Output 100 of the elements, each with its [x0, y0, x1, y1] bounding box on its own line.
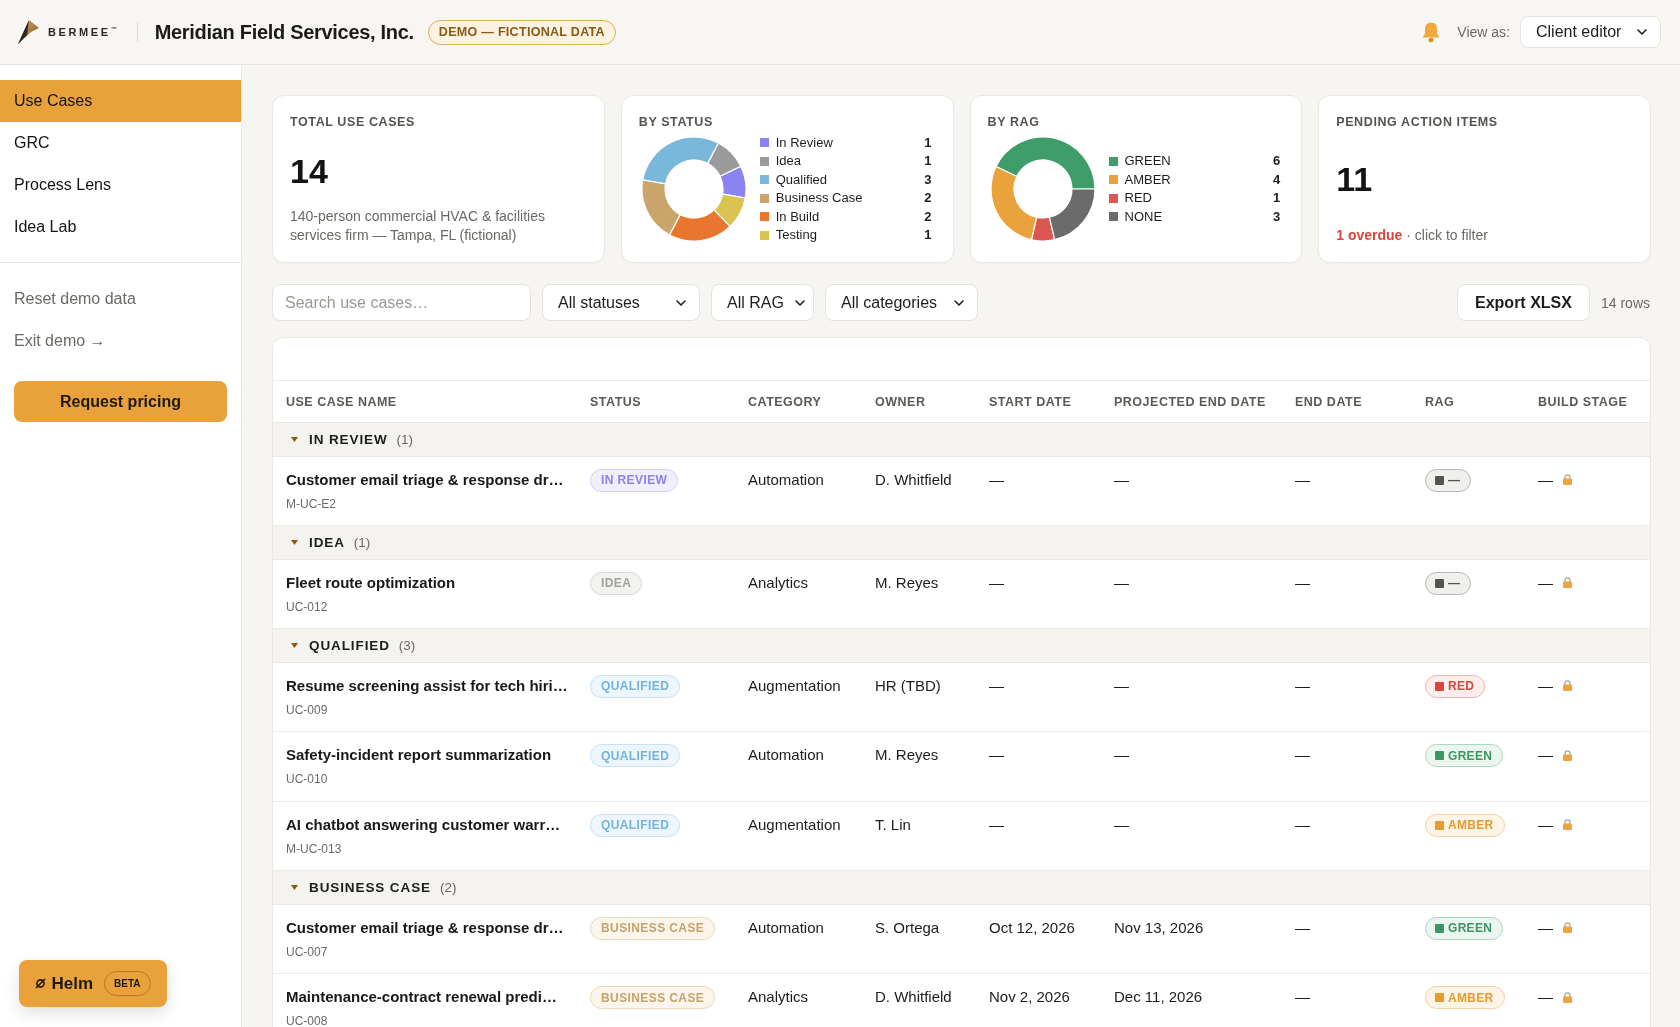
table-cell-text: — [1114, 572, 1130, 593]
legend-label: In Build [775, 209, 821, 224]
use-case-id: UC-008 [286, 1014, 329, 1027]
table-cell-text: HR (TBD) [875, 675, 942, 696]
helm-button[interactable]: Helm BETA [19, 960, 167, 1007]
table-cell-text: Augmentation [748, 814, 842, 835]
use-case-id: UC-012 [286, 599, 329, 614]
use-case-name[interactable]: Customer email triage & response dr… [286, 917, 590, 938]
caret-down-icon[interactable] [291, 539, 298, 545]
square-marker-icon [1435, 923, 1444, 933]
table-cell-text: — [1295, 814, 1311, 835]
column-header[interactable]: USE CASE NAME [286, 394, 590, 409]
table-cell-text: — [1295, 675, 1311, 696]
filter-select[interactable]: All statuses [542, 284, 700, 321]
status-badge: IN REVIEW [590, 468, 679, 492]
table-cell-text: Automation [748, 469, 825, 490]
status-badge: QUALIFIED [590, 674, 681, 698]
status-badge: BUSINESS CASE [590, 986, 716, 1009]
column-header[interactable]: RAG [1425, 394, 1538, 409]
column-header[interactable]: OWNER [875, 394, 989, 409]
square-marker-icon [1435, 475, 1444, 485]
table-cell-text: M. Reyes [875, 572, 940, 593]
overdue-note: 1 overdue · click to filter [1336, 226, 1489, 245]
card-title: BY RAG [987, 114, 1041, 130]
table-cell-text: — [1114, 745, 1130, 765]
status-badge: QUALIFIED [590, 813, 681, 837]
nav-item[interactable]: Use Cases [0, 80, 241, 122]
rag-label: AMBER [1448, 818, 1494, 832]
table-cell: — [1538, 987, 1553, 1007]
stat-value: 14 [290, 152, 329, 190]
rag-label: AMBER [1448, 990, 1494, 1005]
group-row[interactable]: IN REVIEW (1) [273, 423, 1650, 457]
square-marker-icon [1435, 993, 1444, 1002]
group-label: IN REVIEW [309, 431, 388, 447]
legend-label: AMBER [1124, 172, 1172, 187]
donut-slice [719, 165, 746, 199]
card-title: TOTAL USE CASES [290, 114, 416, 130]
column-header[interactable]: CATEGORY [748, 394, 875, 409]
legend-count: 1 [924, 228, 932, 243]
nav-item[interactable]: GRC [0, 122, 241, 164]
caret-down-icon[interactable] [291, 436, 298, 442]
row-count: 14 rows [1600, 294, 1650, 311]
table-cell-text: — [1295, 745, 1311, 765]
nav-item[interactable]: Process Lens [0, 164, 241, 206]
card-title: PENDING ACTION ITEMS [1336, 114, 1499, 130]
stat-card[interactable]: PENDING ACTION ITEMS 11 1 overdue · click to filter [1318, 95, 1651, 263]
column-header[interactable]: BUILD STAGE [1538, 394, 1650, 409]
view-as-select[interactable]: Client editor [1520, 16, 1661, 48]
sidebar-link[interactable]: Reset demo data [0, 278, 241, 320]
column-header[interactable]: PROJECTED END DATE [1114, 394, 1295, 409]
group-row[interactable]: IDEA (1) [273, 526, 1650, 560]
legend-count: 2 [924, 209, 932, 224]
sidebar-link[interactable]: Exit demo → [0, 320, 241, 362]
filter-select[interactable]: All RAG [711, 284, 814, 321]
group-row[interactable]: BUSINESS CASE (2) [273, 871, 1650, 905]
use-case-name[interactable]: Customer email triage & response dr… [286, 469, 590, 490]
legend-count: 1 [924, 154, 932, 169]
brand-name: BERMEE$^{™}$ [48, 26, 117, 38]
donut-slice [641, 137, 719, 185]
table-cell-text: — [1295, 987, 1311, 1007]
column-header[interactable]: END DATE [1295, 394, 1425, 409]
column-header[interactable]: START DATE [989, 394, 1114, 409]
donut-slice [1048, 188, 1095, 241]
use-case-id: M-UC-E2 [286, 496, 337, 511]
table-cell-text: M. Reyes [875, 745, 940, 765]
group-count: (2) [440, 879, 457, 895]
use-case-name[interactable]: AI chatbot answering customer warr… [286, 814, 590, 835]
group-row[interactable]: QUALIFIED (3) [273, 629, 1650, 663]
table-cell-text: Automation [748, 745, 825, 765]
request-pricing-button[interactable]: Request pricing [14, 381, 227, 422]
filter-select[interactable]: All categories [825, 284, 978, 321]
legend-label: Testing [775, 228, 818, 243]
donut-slice [990, 165, 1037, 241]
export-button[interactable]: Export XLSX [1456, 284, 1590, 321]
legend-label: NONE [1124, 209, 1164, 224]
table-cell-text: — [989, 814, 1005, 835]
table-cell: — [1538, 745, 1553, 765]
use-case-name[interactable]: Resume screening assist for tech hiri… [286, 675, 590, 696]
use-case-name[interactable]: Maintenance-contract renewal predi… [286, 987, 590, 1007]
caret-down-icon[interactable] [291, 642, 298, 648]
group-label: QUALIFIED [309, 637, 390, 653]
view-as-label: View as: [1457, 24, 1510, 40]
caret-down-icon[interactable] [291, 884, 298, 890]
donut-slice [713, 193, 746, 228]
table-cell-text: — [1295, 469, 1311, 490]
search-field[interactable]: Search use cases… [272, 284, 531, 321]
use-case-name[interactable]: Safety-incident report summarization [286, 745, 590, 765]
column-header[interactable]: STATUS [590, 394, 748, 409]
legend-count: 1 [924, 135, 932, 150]
rag-label: GREEN [1448, 921, 1493, 935]
table-cell-text: — [1295, 917, 1311, 938]
use-case-name[interactable]: Fleet route optimization [286, 572, 590, 593]
rag-label: GREEN [1448, 748, 1493, 763]
table-cell-text: Analytics [748, 987, 810, 1007]
table-cell: — [1538, 917, 1553, 938]
table-cell-text: — [1114, 814, 1130, 835]
rag-label: — [1448, 576, 1461, 590]
nav-item[interactable]: Idea Lab [0, 206, 241, 248]
stat-description: 140-person commercial HVAC & facilities services firm — Tampa, FL (fictional) [290, 207, 546, 245]
use-case-id: M-UC-013 [286, 841, 343, 856]
